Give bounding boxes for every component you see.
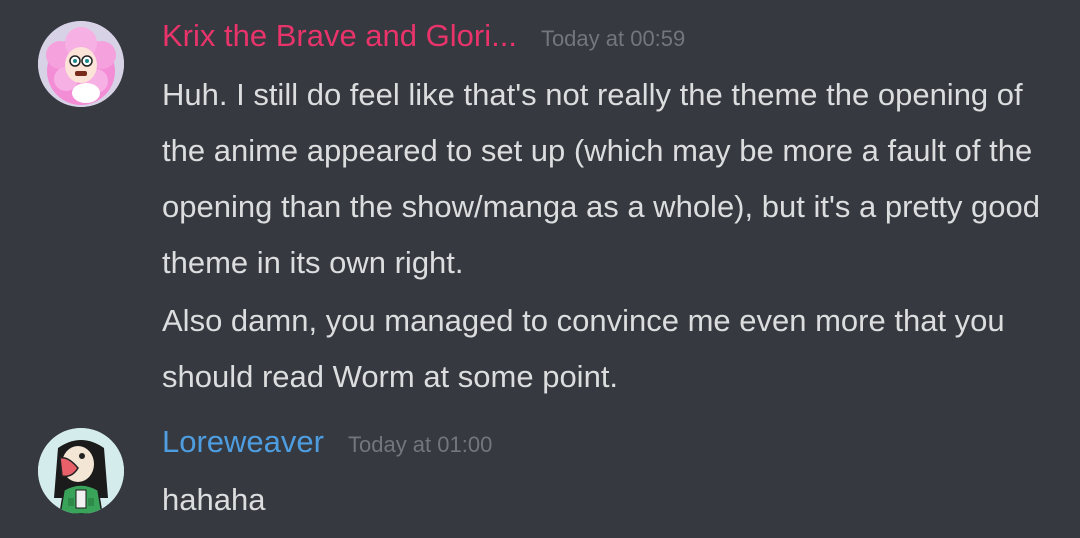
message-text: hahaha bbox=[162, 482, 266, 517]
timestamp[interactable]: Today at 01:00 bbox=[348, 432, 492, 458]
message-header: Krix the Brave and Glori... Today at 00:… bbox=[162, 17, 685, 55]
avatar[interactable] bbox=[38, 21, 124, 107]
frog-girl-character-avatar-icon bbox=[38, 428, 124, 514]
message-text: Also damn, you managed to convince me ev… bbox=[162, 303, 1005, 394]
username[interactable]: Krix the Brave and Glori... bbox=[162, 17, 517, 55]
pink-haired-character-avatar-icon bbox=[38, 21, 124, 107]
username[interactable]: Loreweaver bbox=[162, 423, 324, 461]
timestamp[interactable]: Today at 00:59 bbox=[541, 26, 685, 52]
message-content: hahaha bbox=[162, 472, 1042, 528]
message-content: Huh. I still do feel like that's not rea… bbox=[162, 67, 1042, 405]
avatar[interactable] bbox=[38, 428, 124, 514]
message-header: Loreweaver Today at 01:00 bbox=[162, 423, 492, 461]
message-text: Huh. I still do feel like that's not rea… bbox=[162, 77, 1040, 280]
